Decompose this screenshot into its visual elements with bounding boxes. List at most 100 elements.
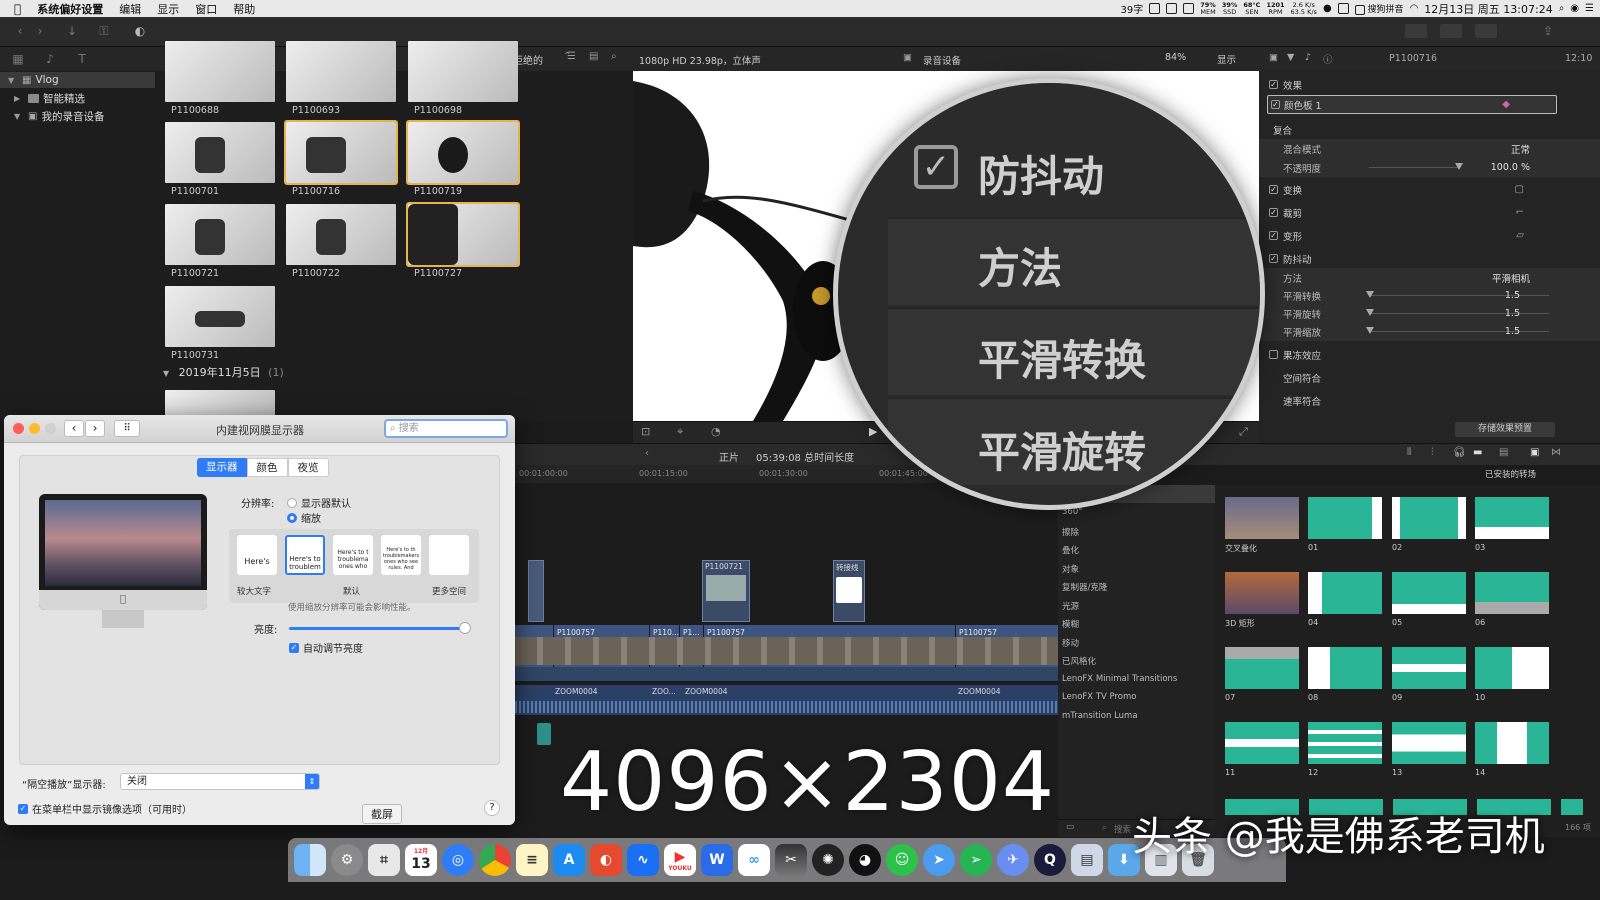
apple-menu-icon[interactable]:  — [0, 2, 29, 16]
mail-client-icon[interactable]: ✈ — [997, 844, 1029, 876]
list-view-icon[interactable]: ☰ — [567, 51, 576, 62]
transition-tile[interactable]: 08 — [1308, 647, 1382, 702]
menu-app-name[interactable]: 系统偏好设置 — [29, 1, 111, 17]
clip-item[interactable]: P1100701 — [165, 122, 275, 197]
library-item-smart[interactable]: ▶ 智能精选 — [14, 90, 85, 106]
calendar-icon[interactable]: 12月 13 — [405, 844, 437, 876]
checkbox[interactable]: ✓ — [1269, 208, 1278, 217]
final-cut-pro-icon[interactable]: ✂ — [775, 844, 807, 876]
category-item[interactable]: 360° — [1062, 507, 1177, 526]
status-app-icon-2[interactable] — [1166, 3, 1178, 14]
telegram-icon[interactable]: ➢ — [960, 844, 992, 876]
share-icon[interactable]: ⇪ — [1540, 24, 1556, 38]
preview-icon[interactable]: ▤ — [1071, 844, 1103, 876]
layout-icon-3[interactable] — [1475, 24, 1497, 38]
checkbox[interactable]: ✓ — [1269, 231, 1278, 240]
category-item[interactable]: 擦除 — [1062, 526, 1177, 545]
transition-tile[interactable]: 02 — [1392, 497, 1466, 552]
library-vlog[interactable]: ▼ ▦ Vlog — [0, 72, 155, 88]
headphone-icon[interactable]: 🎧︎ — [1453, 447, 1466, 458]
checkbox[interactable]: ✓ — [1269, 80, 1278, 89]
ime-icon[interactable]: 搜狗拼音 — [1354, 2, 1404, 15]
spatial-conform-row[interactable]: 空间符合 — [1259, 368, 1600, 387]
effects-row[interactable]: ✓ 效果 — [1259, 75, 1600, 94]
stabilization-row[interactable]: ✓ 防抖动 — [1259, 249, 1600, 268]
checkbox-checked[interactable]: ✓ — [18, 803, 28, 814]
fan-stat[interactable]: 1201 RPM — [1266, 1, 1284, 16]
snapping-icon[interactable]: ▬ — [1473, 447, 1482, 458]
transition-tile[interactable]: 12 — [1308, 722, 1382, 777]
photos-audio-icon[interactable]: ♪ — [42, 52, 58, 66]
transitions-browser-icon[interactable]: ⋈ — [1551, 447, 1561, 458]
close-button[interactable] — [13, 423, 24, 434]
clip-item[interactable]: P1100719 — [406, 120, 520, 197]
radio-selected[interactable] — [287, 512, 297, 523]
smooth-slider[interactable] — [1366, 327, 1549, 334]
youku-icon[interactable]: ▶ YOUKU — [664, 844, 696, 876]
mirror-option[interactable]: ✓ 在菜单栏中显示镜像选项（可用时） — [18, 801, 192, 816]
davinci-resolve-icon[interactable]: ✺ — [812, 844, 844, 876]
method-row[interactable]: 方法 平滑相机 — [1259, 268, 1600, 287]
slider-knob[interactable] — [1366, 327, 1374, 334]
clip-item[interactable]: P1100727 — [406, 202, 520, 279]
notification-center-icon[interactable]: ☰ — [1585, 3, 1594, 14]
titles-generators-icon[interactable]: T — [74, 52, 90, 66]
transition-tile[interactable]: 04 — [1308, 572, 1382, 627]
audio-clip-label[interactable]: ZOO... — [652, 687, 676, 696]
smooth-slider[interactable] — [1366, 291, 1549, 298]
auto-brightness-option[interactable]: ✓ 自动调节亮度 — [289, 640, 363, 655]
distort-icon[interactable]: ▱ — [1516, 230, 1524, 241]
blend-mode-row[interactable]: 混合模式 正常 — [1259, 139, 1600, 158]
feishu-icon[interactable]: ∿ — [627, 844, 659, 876]
back-button[interactable]: ‹ — [64, 420, 84, 437]
rate-conform-row[interactable]: 速率符合 — [1259, 391, 1600, 410]
transition-tile[interactable]: 03 — [1475, 497, 1549, 552]
transition-tile[interactable]: 07 — [1225, 647, 1299, 702]
clip-item[interactable]: P1100731 — [165, 286, 275, 361]
menu-window[interactable]: 窗口 — [187, 1, 225, 17]
finder-icon[interactable] — [294, 844, 326, 876]
color-board-row[interactable]: ✓ 颜色板 1 ◆ — [1267, 95, 1557, 114]
rolling-shutter-row[interactable]: 果冻效应 — [1259, 345, 1600, 364]
transition-tile[interactable]: 01 — [1308, 497, 1382, 552]
net-stat[interactable]: 2.6 K/s 63.5 K/s — [1291, 1, 1317, 16]
menu-edit[interactable]: 编辑 — [111, 1, 149, 17]
clip-item[interactable]: P1100722 — [286, 204, 396, 279]
notes-icon[interactable]: ≡ — [516, 844, 548, 876]
slider-knob[interactable] — [1366, 291, 1374, 298]
status-app-icon-3[interactable] — [1183, 3, 1195, 14]
distort-row[interactable]: ✓ 变形 ▱ — [1259, 226, 1600, 245]
libraries-icon[interactable]: ▦ — [10, 52, 26, 66]
category-item[interactable]: 已风格化 — [1062, 655, 1177, 674]
transition-tile[interactable]: 11 — [1225, 722, 1299, 777]
speed-icon[interactable]: ◔ — [711, 425, 721, 438]
import-icon[interactable]: ↓ — [64, 24, 80, 38]
menu-help[interactable]: 帮助 — [225, 1, 263, 17]
view-menu[interactable]: 显示 — [1217, 52, 1236, 66]
play-icon[interactable]: ▶ — [869, 425, 877, 438]
quicktime-icon[interactable]: Q — [1034, 844, 1066, 876]
wifi-icon[interactable]: ◠ — [1410, 3, 1419, 14]
safari-icon[interactable]: ◎ — [442, 844, 474, 876]
category-item[interactable]: 光源 — [1062, 600, 1177, 619]
view-options-icon[interactable]: ⊡ — [641, 425, 650, 438]
transition-tile[interactable]: 10 — [1475, 647, 1549, 702]
audio-skim-icon[interactable]: ⫴ — [1407, 447, 1411, 458]
smooth-translation-row[interactable]: 平滑转换 1.5 — [1259, 286, 1600, 305]
scale-option-default[interactable]: Here's to t troublema ones who — [333, 535, 373, 575]
layout-icon[interactable] — [1405, 24, 1427, 38]
audio-clip-label[interactable]: ZOOM0004 — [555, 687, 598, 696]
transitions-search[interactable]: 搜索 — [1114, 823, 1131, 835]
checkbox[interactable]: ✓ — [1271, 100, 1280, 109]
checkbox[interactable]: ✓ — [1269, 185, 1278, 194]
show-all-grid-icon[interactable]: ⠿ — [114, 420, 140, 437]
airplay-select[interactable]: 关闭 ⇕ — [120, 773, 320, 790]
help-button[interactable]: ? — [484, 800, 500, 816]
slider-knob[interactable] — [1366, 309, 1374, 316]
smooth-slider[interactable] — [1366, 309, 1549, 316]
audio-clip-label[interactable]: ZOOM0004 — [685, 687, 728, 696]
clip-item[interactable]: P1100693 — [286, 41, 396, 116]
temp-stat[interactable]: 68°C SEN — [1243, 1, 1260, 16]
window-titlebar[interactable]: ‹ › ⠿ 内建视网膜显示器 ⌕ 搜索 — [4, 415, 515, 443]
forward-icon[interactable]: › — [32, 24, 48, 38]
